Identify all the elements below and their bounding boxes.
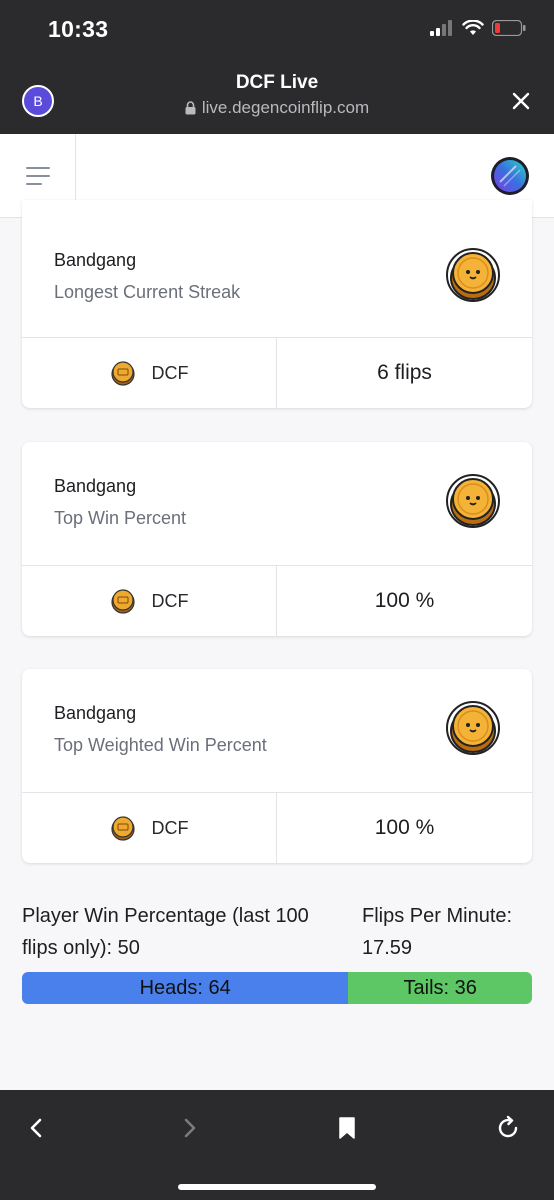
stat-value: 100 % [374,816,435,839]
token-cell: DCF [22,338,277,408]
bookmark-button[interactable] [327,1108,367,1148]
smiling-coin-icon [446,701,500,755]
stats-row: Player Win Percentage (last 100 flips on… [22,900,532,964]
token-name: DCF [151,590,189,611]
token-name: DCF [151,817,189,838]
flips-per-minute: Flips Per Minute: 17.59 [362,905,513,959]
card-stat-title: Top Win Percent [54,508,187,528]
card-player-name: Bandgang [54,476,137,496]
close-button[interactable] [510,90,532,112]
stat-value: 100 % [374,589,435,612]
hamburger-menu-icon [25,175,50,177]
card-player-name: Bandgang [54,250,137,270]
card-stat-title: Longest Current Streak [54,282,241,302]
dcf-token-icon [110,816,135,841]
battery-icon [492,20,526,36]
address-bar[interactable]: live.degencoinflip.com [0,98,554,118]
stat-value: 6 flips [377,361,432,384]
browser-chrome: B DCF Live live.degencoinflip.com [0,60,554,134]
home-indicator [178,1184,376,1190]
reload-icon [498,1115,518,1138]
hamburger-menu-icon [25,183,42,185]
browser-toolbar [0,1090,554,1200]
token-cell: DCF [22,793,277,863]
heads-tails-ratio-bar: Heads: 64 Tails: 36 [22,972,532,1004]
back-button[interactable] [16,1108,56,1148]
chevron-right-icon [184,1118,196,1138]
hamburger-menu-icon [25,167,50,169]
smiling-coin-icon [446,474,500,528]
tails-segment: Tails: 36 [348,972,532,1004]
token-cell: DCF [22,566,277,636]
forward-button[interactable] [170,1108,210,1148]
player-win-percentage: Player Win Percentage (last 100 flips on… [22,905,309,959]
reload-button[interactable] [488,1108,528,1148]
dcf-token-icon [110,361,135,386]
heads-segment: Heads: 64 [22,972,349,1004]
status-icons [430,20,526,36]
bookmark-icon [339,1117,355,1139]
token-name: DCF [151,362,189,383]
status-time: 10:33 [48,16,109,42]
wifi-icon [462,20,484,35]
stat-card-top-weighted-win-percent: Bandgang Top Weighted Win Percent DCF 10… [22,669,532,863]
url-text: live.degencoinflip.com [201,98,370,117]
signal-icon [430,20,452,36]
browser-page-title: DCF Live [235,72,319,93]
smiling-coin-icon [446,248,500,302]
close-icon [512,92,530,110]
stat-card-longest-streak: Bandgang Longest Current Streak DCF 6 fl… [22,200,532,408]
card-player-name: Bandgang [54,703,137,723]
profile-orb-icon[interactable] [490,156,530,196]
card-stat-title: Top Weighted Win Percent [54,735,267,755]
stat-card-top-win-percent: Bandgang Top Win Percent DCF 100 % [22,442,532,636]
status-bar: 10:33 [0,0,554,60]
lock-icon [185,101,196,115]
chevron-left-icon [30,1118,42,1138]
dcf-token-icon [110,589,135,614]
